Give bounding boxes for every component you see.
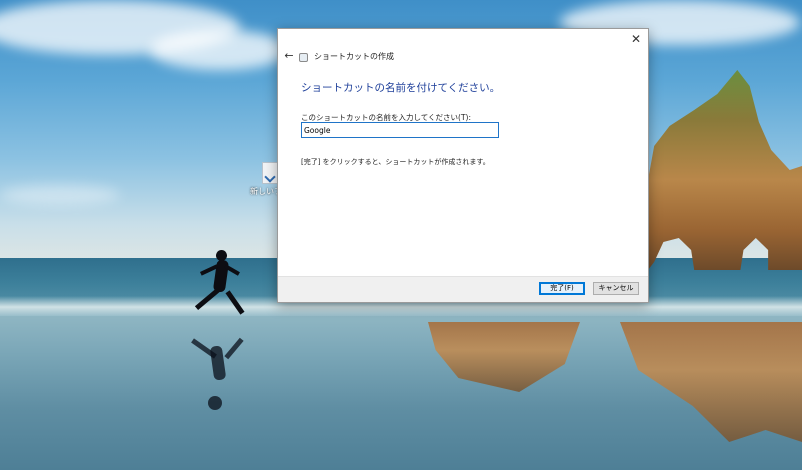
dialog-footer: 完了(F) キャンセル bbox=[278, 276, 648, 302]
back-arrow-icon[interactable]: ← bbox=[282, 49, 296, 63]
close-icon[interactable]: ✕ bbox=[628, 31, 644, 47]
desktop-icon-label: 新しいフ bbox=[250, 187, 282, 196]
desktop-shortcut-icon[interactable]: 新しいフ bbox=[250, 162, 282, 206]
cloud bbox=[150, 30, 290, 70]
dialog-title: ショートカットの作成 bbox=[314, 52, 394, 61]
finish-button[interactable]: 完了(F) bbox=[539, 282, 585, 295]
create-shortcut-dialog: ✕ ← ショートカットの作成 ショートカットの名前を付けてください。 このショー… bbox=[277, 28, 649, 303]
shortcut-name-input[interactable] bbox=[301, 122, 499, 138]
finish-instruction-text: [完了] をクリックすると、ショートカットが作成されます。 bbox=[301, 158, 490, 166]
runner-reflection bbox=[208, 396, 222, 410]
cloud bbox=[0, 185, 120, 205]
shortcut-wizard-icon bbox=[299, 53, 308, 62]
cancel-button[interactable]: キャンセル bbox=[593, 282, 639, 295]
page-heading: ショートカットの名前を付けてください。 bbox=[301, 82, 501, 94]
